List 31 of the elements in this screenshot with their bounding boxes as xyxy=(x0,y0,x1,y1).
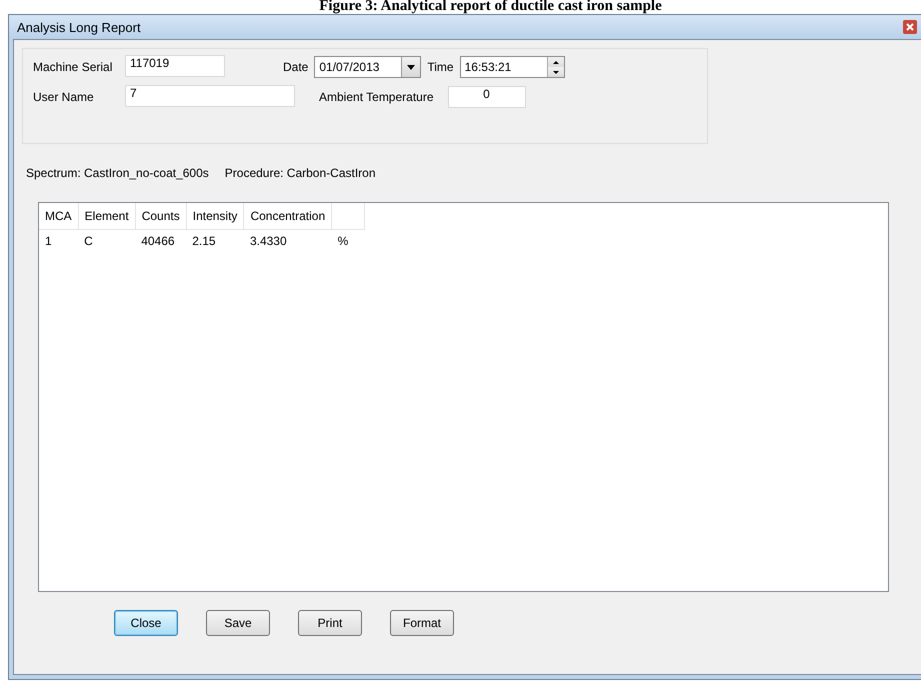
column-header[interactable]: Intensity xyxy=(186,203,244,230)
table-cell: 40466 xyxy=(135,230,186,252)
input-field[interactable]: 7 xyxy=(125,85,295,107)
field-label: Time xyxy=(427,59,454,76)
window-title: Analysis Long Report xyxy=(17,20,142,34)
field-label: Date xyxy=(283,59,308,76)
dialog-button[interactable]: Close xyxy=(114,610,178,636)
dialog-button[interactable]: Format xyxy=(390,610,454,636)
table-cell: C xyxy=(78,230,136,252)
field-label: Ambient Temperature xyxy=(319,89,434,106)
table-cell: 3.4330 xyxy=(244,230,332,252)
dialog-button[interactable]: Save xyxy=(206,610,270,636)
dialog-button[interactable]: Print xyxy=(298,610,362,636)
spectrum-label: Spectrum: CastIron_no-coat_600s xyxy=(26,166,209,182)
column-header[interactable]: Counts xyxy=(135,203,186,230)
field-label: User Name xyxy=(33,89,95,106)
input-field[interactable]: 0 xyxy=(448,86,526,108)
field-label: Machine Serial xyxy=(33,59,114,76)
spinner-icon[interactable] xyxy=(546,57,564,77)
column-header[interactable]: Element xyxy=(78,203,136,230)
table-cell: 2.15 xyxy=(186,230,244,252)
table-cell: % xyxy=(332,230,365,252)
dropdown-icon[interactable] xyxy=(407,64,416,70)
input-field[interactable]: 117019 xyxy=(125,55,225,77)
table-cell: 1 xyxy=(39,230,78,252)
close-icon[interactable] xyxy=(903,20,917,34)
column-header[interactable]: MCA xyxy=(39,203,78,230)
column-header[interactable]: Concentration xyxy=(244,203,332,230)
time-field[interactable]: 16:53:21 xyxy=(460,56,565,78)
procedure-label: Procedure: Carbon-CastIron xyxy=(224,166,376,182)
date-picker[interactable]: 01/07/2013 xyxy=(314,56,422,78)
